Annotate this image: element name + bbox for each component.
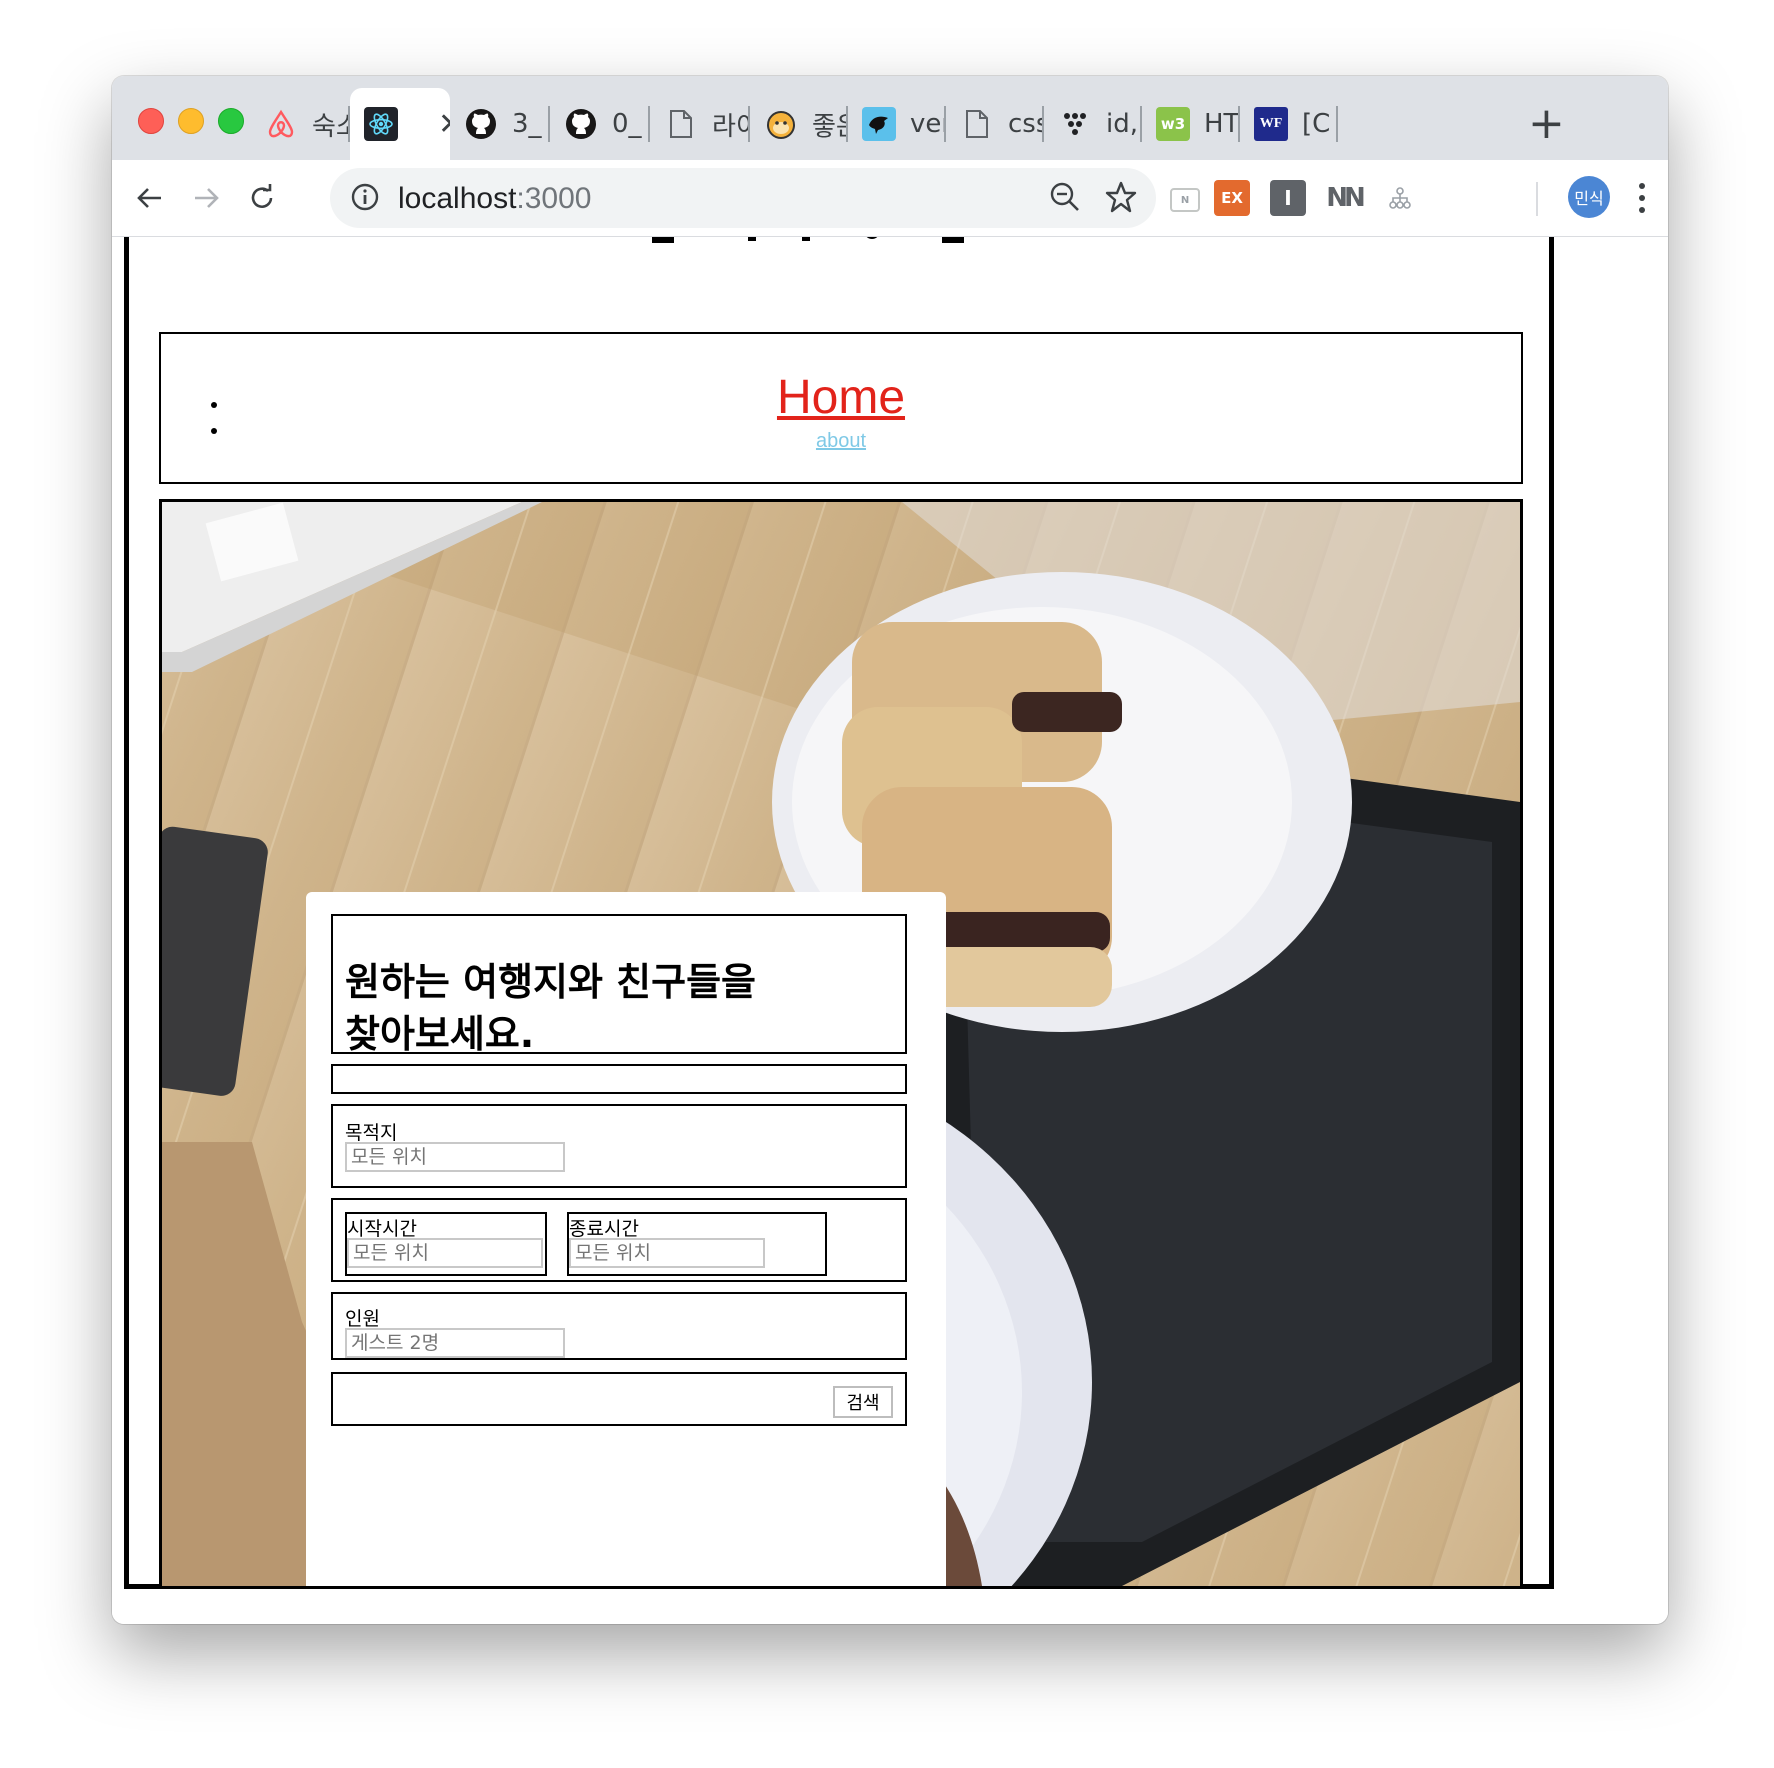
tab-airbnb[interactable]: 숙소 <box>250 88 350 160</box>
destination-label: 목적지 <box>345 1122 398 1144</box>
clipped-page-heading <box>652 237 992 245</box>
guests-label: 인원 <box>345 1308 380 1330</box>
destination-input[interactable]: 모든 위치 <box>345 1142 565 1172</box>
forward-arrow-icon <box>195 188 219 208</box>
browser-menu-icon[interactable] <box>1630 176 1654 220</box>
end-time-box: 종료시간 모든 위치 <box>567 1212 827 1276</box>
document-icon <box>664 107 698 141</box>
zoom-window-button[interactable] <box>218 108 244 134</box>
tab-strip: 숙소 ✕ 3_ 0_ <box>112 76 1668 160</box>
bird-icon <box>862 107 896 141</box>
info-icon[interactable] <box>348 180 382 218</box>
w3-icon: w3 <box>1156 107 1190 141</box>
tab-github-1[interactable]: 3_ <box>450 88 550 160</box>
tab-document-2[interactable]: css <box>946 88 1044 160</box>
start-time-box: 시작시간 모든 위치 <box>345 1212 547 1276</box>
hero-photo: 원하는 여행지와 친구들을 찾아보세요. 목적지 모든 위치 시작시간 모든 위… <box>159 499 1523 1589</box>
tab-title: 라이 <box>712 111 750 142</box>
tab-close-icon[interactable]: ✕ <box>438 107 450 142</box>
nav-menu: Home about <box>159 332 1523 484</box>
end-time-input[interactable]: 모든 위치 <box>569 1238 765 1268</box>
tab-title: [C <box>1302 109 1331 139</box>
search-headline: 원하는 여행지와 친구들을 찾아보세요. <box>345 960 757 1056</box>
empty-field-box <box>331 1064 907 1094</box>
end-time-label: 종료시간 <box>569 1218 639 1240</box>
monkey-icon <box>764 107 798 141</box>
search-card: 원하는 여행지와 친구들을 찾아보세요. 목적지 모든 위치 시작시간 모든 위… <box>306 892 946 1586</box>
url-port: :3000 <box>516 182 592 215</box>
search-button[interactable]: 검색 <box>833 1386 893 1418</box>
tab-title: 3_ <box>512 109 542 139</box>
guests-input[interactable]: 게스트 2명 <box>345 1328 565 1358</box>
tab-title: 좋은 <box>812 111 848 142</box>
ex-extension-icon[interactable]: EX <box>1214 180 1250 216</box>
home-link[interactable]: Home <box>161 370 1521 425</box>
react-icon <box>364 107 398 141</box>
browser-window: 숙소 ✕ 3_ 0_ <box>112 76 1668 1624</box>
time-group: 시작시간 모든 위치 종료시간 모든 위치 <box>331 1198 907 1282</box>
desktop: 숙소 ✕ 3_ 0_ <box>0 0 1774 1768</box>
url-host: localhost <box>398 182 517 215</box>
close-window-button[interactable] <box>138 108 164 134</box>
new-tab-button[interactable]: + <box>1528 98 1565 150</box>
tab-separator <box>1336 106 1338 142</box>
headline-box: 원하는 여행지와 친구들을 찾아보세요. <box>331 914 907 1056</box>
tab-title: id, <box>1106 109 1138 139</box>
url-text: localhost:3000 <box>398 182 591 216</box>
page-viewport: Home about 원하는 여행지와 친구들을 찾아보세요. 목적지 모든 위… <box>112 237 1668 1624</box>
reader-extension-icon[interactable]: N <box>1170 188 1200 212</box>
minimize-window-button[interactable] <box>178 108 204 134</box>
tab-monkey[interactable]: 좋은 <box>750 88 848 160</box>
nn-extension-icon[interactable]: NN <box>1326 180 1366 216</box>
tab-bird[interactable]: ver <box>848 88 946 160</box>
start-time-input[interactable]: 모든 위치 <box>347 1238 543 1268</box>
browser-toolbar: localhost:3000 N EX I NN 민식 <box>112 160 1668 237</box>
tab-document-1[interactable]: 라이 <box>650 88 750 160</box>
sitemap-extension-icon[interactable] <box>1382 180 1418 216</box>
back-arrow-icon <box>137 188 161 208</box>
zoom-out-icon[interactable] <box>1048 180 1082 218</box>
forward-button[interactable] <box>182 174 230 222</box>
tab-github-2[interactable]: 0_ <box>550 88 650 160</box>
reload-icon <box>251 184 273 208</box>
about-link[interactable]: about <box>161 430 1521 453</box>
tab-title: ver <box>910 109 946 139</box>
tab-dots[interactable]: id, <box>1044 88 1142 160</box>
bookmark-star-icon[interactable] <box>1104 180 1138 218</box>
github-icon <box>464 107 498 141</box>
github-icon <box>564 107 598 141</box>
i-extension-icon[interactable]: I <box>1270 180 1306 216</box>
tab-react-active[interactable]: ✕ <box>350 88 450 160</box>
guests-group: 인원 게스트 2명 <box>331 1292 907 1360</box>
document-icon <box>960 107 994 141</box>
profile-avatar[interactable]: 민식 <box>1568 176 1610 218</box>
dots-icon <box>1058 107 1092 141</box>
tab-title: HT <box>1204 109 1240 139</box>
wf-icon: WF <box>1254 107 1288 141</box>
search-button-row: 검색 <box>331 1372 907 1426</box>
tab-title: 숙소 <box>312 111 350 142</box>
tab-w3[interactable]: w3 HT <box>1142 88 1240 160</box>
tab-title: css <box>1008 109 1044 139</box>
airbnb-icon <box>264 107 298 141</box>
tab-title: 0_ <box>612 109 642 139</box>
destination-group: 목적지 모든 위치 <box>331 1104 907 1188</box>
reload-button[interactable] <box>238 174 286 222</box>
tab-wf[interactable]: WF [C <box>1240 88 1338 160</box>
back-button[interactable] <box>126 174 174 222</box>
address-bar[interactable]: localhost:3000 <box>330 168 1156 228</box>
start-time-label: 시작시간 <box>347 1218 417 1240</box>
toolbar-separator <box>1536 182 1538 216</box>
